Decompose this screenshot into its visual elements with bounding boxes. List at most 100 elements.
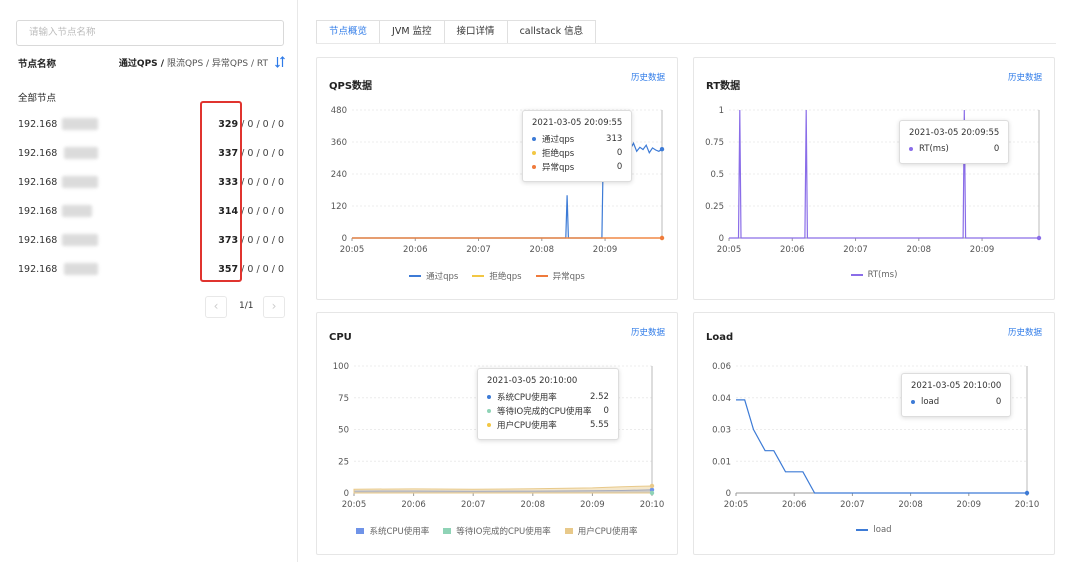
y-tick-label: 0.06 [712,362,731,372]
node-row[interactable]: 192.168 333 / 0 / 0 / 0 [0,174,298,196]
tooltip-dot-icon [909,147,913,151]
chart-legend: load [694,525,1054,535]
qps-chart-card: QPS数据 历史数据 480 360 240 120 0 20:05 20:06 20:07 2… [316,57,678,300]
tab-node-overview[interactable]: 节点概览 [316,20,381,44]
tooltip-dot-icon [487,395,491,399]
tooltip-row: 用户CPU使用率 5.55 [487,418,609,432]
legend-line-icon [850,274,863,276]
load-chart-card: Load 历史数据 0.06 0.04 0.03 0.01 0 20:05 20:06 20:… [693,312,1055,555]
metric-col-bold: 通过QPS / [118,59,165,69]
legend-item[interactable]: load [856,525,892,535]
tooltip-dot-icon [532,165,536,169]
x-tick-label: 20:05 [340,245,365,255]
tooltip-time: 2021-03-05 20:09:55 [909,128,1000,138]
sort-icon[interactable] [274,55,286,69]
pagination: ‹ 1/1 › [205,296,285,318]
y-tick-label: 0.75 [705,138,724,148]
tab-divider [316,43,1056,44]
tooltip-series-value: 5.55 [589,420,609,430]
node-row[interactable]: 192.168 329 / 0 / 0 / 0 [0,116,298,138]
tooltip-series-value: 2.52 [589,392,609,402]
y-tick-label: 0.04 [712,394,731,404]
legend-item[interactable]: 异常qps [535,270,585,282]
legend-swatch-icon [356,528,365,534]
redacted-ip-mask [62,234,98,246]
y-tick-label: 75 [338,394,349,404]
node-other-metrics: / 0 / 0 / 0 [238,264,284,275]
tooltip-time: 2021-03-05 20:09:55 [532,118,623,128]
all-nodes-item[interactable]: 全部节点 [18,90,56,104]
tooltip-series-name: 异常qps [542,163,575,173]
legend-label: 用户CPU使用率 [577,527,638,537]
chart-tooltip: 2021-03-05 20:10:00 load 0 [901,373,1012,417]
next-page-button[interactable]: › [263,296,285,318]
tooltip-series-name: 等待IO完成的CPU使用率 [497,407,592,417]
legend-swatch-icon [443,528,452,534]
legend-item[interactable]: 系统CPU使用率 [356,525,429,537]
tooltip-series-name: load [921,397,940,407]
tooltip-row: 系统CPU使用率 2.52 [487,390,609,404]
tooltip-series-name: 通过qps [542,135,575,145]
x-tick-label: 20:09 [593,245,618,255]
node-other-metrics: / 0 / 0 / 0 [238,235,284,246]
y-tick-label: 50 [338,426,349,436]
legend-item[interactable]: 拒绝qps [472,270,522,282]
y-tick-label: 0.25 [705,202,724,212]
tab-jvm-monitor[interactable]: JVM 监控 [379,20,445,44]
tab-bar: 节点概览 JVM 监控 接口详情 callstack 信息 [316,20,597,44]
legend-item[interactable]: 等待IO完成的CPU使用率 [443,525,551,537]
chart-tooltip: 2021-03-05 20:10:00 系统CPU使用率 2.52 等待IO完成的CP… [477,368,619,440]
node-other-metrics: / 0 / 0 / 0 [238,206,284,217]
node-ip: 192.168 [18,148,58,159]
tooltip-time: 2021-03-05 20:10:00 [911,381,1002,391]
node-other-metrics: / 0 / 0 / 0 [238,119,284,130]
metric-column-label[interactable]: 通过QPS / 限流QPS / 异常QPS / RT [119,56,268,69]
node-search-input[interactable]: 请输入节点名称 [16,20,284,46]
redacted-ip-mask [62,118,98,130]
x-tick-label: 20:05 [724,500,749,510]
legend-line-icon [535,275,548,277]
tooltip-row: 拒绝qps 0 [532,146,622,160]
chart-plot: 0.060.040.030.01020:05 20:06 20:07 20:08 20:… [712,362,1039,510]
tooltip-row: 异常qps 0 [532,160,622,174]
tooltip-dot-icon [487,423,491,427]
tooltip-series-value: 0 [993,144,1000,154]
x-tick-label: 20:07 [843,245,868,255]
y-tick-label: 100 [333,362,349,372]
prev-page-button[interactable]: ‹ [205,296,227,318]
node-row[interactable]: 192.168 373 / 0 / 0 / 0 [0,232,298,254]
x-tick-label: 20:08 [521,500,546,510]
cursor-point [659,235,665,241]
tab-api-detail[interactable]: 接口详情 [443,20,508,44]
cursor-point [649,490,655,496]
node-name-column-label: 节点名称 [18,59,57,70]
y-tick-label: 0.01 [712,457,731,467]
node-sidebar: 请输入节点名称 节点名称 通过QPS / 限流QPS / 异常QPS / RT … [0,0,298,562]
node-list-header: 节点名称 通过QPS / 限流QPS / 异常QPS / RT [18,56,288,70]
chart-tooltip: 2021-03-05 20:09:55 RT(ms) 0 [899,120,1010,164]
tooltip-dot-icon [532,151,536,155]
legend-label: load [873,525,892,535]
chart-tooltip: 2021-03-05 20:09:55 通过qps 313 拒绝qps 0 异常qps 0 [522,110,633,182]
tooltip-series-value: 0 [603,406,609,416]
tooltip-time: 2021-03-05 20:10:00 [487,376,578,386]
legend-item[interactable]: 通过qps [409,270,458,282]
tooltip-series-value: 0 [995,397,1002,407]
legend-item[interactable]: RT(ms) [850,270,898,280]
tooltip-series-value: 0 [616,162,623,172]
y-tick-label: 0 [726,489,731,499]
x-tick-label: 20:08 [907,245,932,255]
x-tick-label: 20:06 [403,245,428,255]
node-row[interactable]: 192.168 337 / 0 / 0 / 0 [0,145,298,167]
tab-callstack[interactable]: callstack 信息 [506,20,597,44]
node-row[interactable]: 192.168 357 / 0 / 0 / 0 [0,261,298,283]
y-tick-label: 0 [719,234,724,244]
x-tick-label: 20:06 [780,245,805,255]
y-tick-label: 0.5 [710,170,724,180]
legend-item[interactable]: 用户CPU使用率 [564,525,638,537]
legend-label: RT(ms) [867,270,898,280]
redacted-ip-mask [64,147,98,159]
node-row[interactable]: 192.168 314 / 0 / 0 / 0 [0,203,298,225]
cpu-chart-card: CPU 历史数据 100 75 50 25 0 20:05 20:06 20:07 20:08 2… [316,312,678,555]
y-tick-label: 120 [331,202,347,212]
